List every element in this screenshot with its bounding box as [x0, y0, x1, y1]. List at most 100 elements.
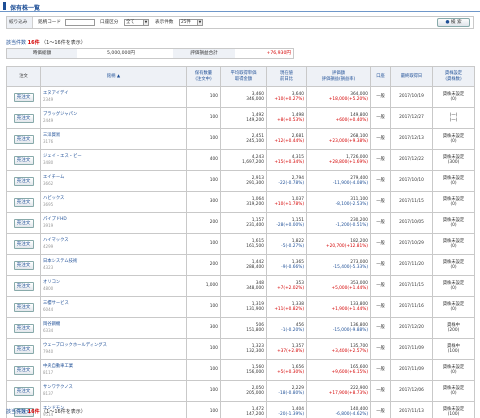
result-summary: 該当件数 16件 （1～16件を表示）	[6, 39, 86, 46]
result-range: （1～16件を表示）	[41, 40, 86, 46]
day-change: -20(-1.39%)	[278, 412, 304, 417]
lending-qty: (0)	[450, 97, 457, 102]
day-change: +10(+1.78%)	[274, 202, 304, 207]
sell-order-button[interactable]: 売注文	[13, 365, 34, 375]
qty-cell: 100	[186, 380, 221, 402]
cost-value: 288,400	[246, 265, 264, 270]
table-row: 売注文 ウェーブロックホールディングス 7940 100 1,323 132,300 1,3…	[6, 338, 475, 360]
valuation-cell: 222,900 +17,900(+8.73%)	[306, 380, 371, 402]
pl-value: -1,200(-0.51%)	[335, 223, 368, 228]
table-row: 売注文 パイプドHD 3919 200 1,157 231,400 1,151 -28(+0.…	[6, 212, 475, 234]
sell-cell: 売注文	[6, 191, 41, 213]
cost-value: 231,400	[246, 223, 264, 228]
valuation-cell: 268,100 +23,000(+9.38%)	[306, 128, 371, 150]
pl-value: +5,000(+1.44%)	[331, 286, 368, 291]
date-cell: 2017/11/09	[390, 338, 433, 360]
footer-range: （1～16件を表示）	[41, 409, 86, 415]
qty-cell: 100	[186, 401, 221, 418]
code-input[interactable]	[65, 19, 95, 26]
table-row: 売注文 サンワテクノス 8137 100 2,050 205,000 2,229 -18(-0…	[6, 380, 475, 402]
col-name-sort[interactable]: 銘柄 ▲	[40, 66, 187, 87]
date-cell: 2017/11/13	[390, 401, 433, 418]
date-cell: 2017/12/06	[390, 380, 433, 402]
display-count-select[interactable]: 25件 ▼	[179, 19, 203, 26]
qty-value: 300	[209, 199, 218, 205]
sell-order-button[interactable]: 売注文	[13, 155, 34, 165]
result-count-label: 該当件数	[6, 40, 27, 46]
price-cell: 506 151,800	[220, 317, 267, 339]
sell-order-button[interactable]: 売注文	[13, 218, 34, 228]
qty-value: 1,000	[205, 283, 218, 289]
sell-order-button[interactable]: 売注文	[13, 260, 34, 270]
valuation-cell: 279,400 -11,900(-4.08%)	[306, 170, 371, 192]
qty-cell: 400	[186, 149, 221, 171]
account-value: 一般	[376, 178, 385, 184]
pl-value: +28,800(+1.69%)	[328, 160, 368, 165]
col-qty[interactable]: 保有数量 (注文中)	[186, 66, 221, 87]
cost-value: 147,200	[246, 412, 264, 417]
col-date[interactable]: 最終取得日	[390, 66, 433, 87]
qty-value: 100	[209, 367, 218, 373]
date-cell: 2017/11/20	[390, 254, 433, 276]
sell-cell: 売注文	[6, 86, 41, 108]
qty-cell: 100	[186, 170, 221, 192]
pl-value: +9,600(+6.15%)	[331, 370, 368, 375]
search-button[interactable]: ● 検 索	[437, 18, 470, 27]
sell-order-button[interactable]: 売注文	[13, 197, 34, 207]
col-avg-price[interactable]: 平均取得単価 取得金額	[220, 66, 267, 87]
lending-qty: (0)	[450, 139, 457, 144]
sell-cell: 売注文	[6, 275, 41, 297]
sell-order-button[interactable]: 売注文	[13, 302, 34, 312]
last-acquired-date: 2017/11/20	[399, 262, 424, 268]
sell-order-button[interactable]: 売注文	[13, 176, 34, 186]
sell-order-button[interactable]: 売注文	[13, 239, 34, 249]
col-lending[interactable]: 貸株設定 (貸株数)	[432, 66, 475, 87]
stock-code: 7940	[43, 348, 54, 354]
cost-value: 161,500	[246, 244, 264, 249]
col-order: 注文	[6, 66, 41, 87]
sell-cell: 売注文	[6, 170, 41, 192]
lending-qty: (0)	[450, 181, 457, 186]
price-cell: 1,323 132,300	[220, 338, 267, 360]
lending-cell: 貸株未設定 (0)	[432, 212, 475, 234]
sell-order-button[interactable]: 売注文	[13, 113, 34, 123]
lending-qty: (300)	[447, 160, 460, 165]
stock-code: 6044	[43, 306, 54, 312]
account-value: 一般	[376, 325, 385, 331]
stock-code: 3480	[43, 159, 54, 165]
current-cell: 2,794 -22(-0.78%)	[266, 170, 307, 192]
valuation-cell: 149,800 +600(+0.40%)	[306, 107, 371, 129]
sell-order-button[interactable]: 売注文	[13, 323, 34, 333]
account-cell: 一般	[370, 107, 391, 129]
current-cell: 4,315 +15(+0.34%)	[266, 149, 307, 171]
sell-order-button[interactable]: 売注文	[13, 92, 34, 102]
day-change: -9(-0.66%)	[281, 265, 304, 270]
sell-order-button[interactable]: 売注文	[13, 134, 34, 144]
stock-cell: 三洋貿易 3176	[40, 128, 187, 150]
sell-order-button[interactable]: 売注文	[13, 281, 34, 291]
sell-order-button[interactable]: 売注文	[13, 386, 34, 396]
price-cell: 348 348,000	[220, 275, 267, 297]
cost-value: 149,200	[246, 118, 264, 123]
stock-code: 4299	[43, 243, 54, 249]
account-cell: 一般	[370, 170, 391, 192]
qty-cell: 200	[186, 212, 221, 234]
day-change: -28(+0.00%)	[276, 223, 304, 228]
col-current[interactable]: 現在値 前日比	[266, 66, 307, 87]
col-account[interactable]: 口座	[370, 66, 391, 87]
valuation-cell: 230,200 -1,200(-0.51%)	[306, 212, 371, 234]
valuation-cell: 273,000 -15,400(-5.33%)	[306, 254, 371, 276]
current-cell: 2,229 -18(-0.80%)	[266, 380, 307, 402]
table-row: 売注文 ハイマックス 4299 100 1,615 161,500 1,822 -5(-0.2…	[6, 233, 475, 255]
sell-order-button[interactable]: 売注文	[13, 344, 34, 354]
account-value: 一般	[376, 346, 385, 352]
col-valuation[interactable]: 評価額 評価損益(損益率)	[306, 66, 371, 87]
account-cell: 一般	[370, 317, 391, 339]
account-value: 一般	[376, 367, 385, 373]
table-row: 売注文 オリコン 4800 1,000 348 348,000 353 +7(+2.02%) 3…	[6, 275, 475, 297]
lending-cell: (一) (一)	[432, 107, 475, 129]
account-select[interactable]: 全て ▼	[124, 19, 149, 26]
footer-count-label: 該当件数	[6, 409, 27, 415]
qty-cell: 300	[186, 191, 221, 213]
account-cell: 一般	[370, 86, 391, 108]
